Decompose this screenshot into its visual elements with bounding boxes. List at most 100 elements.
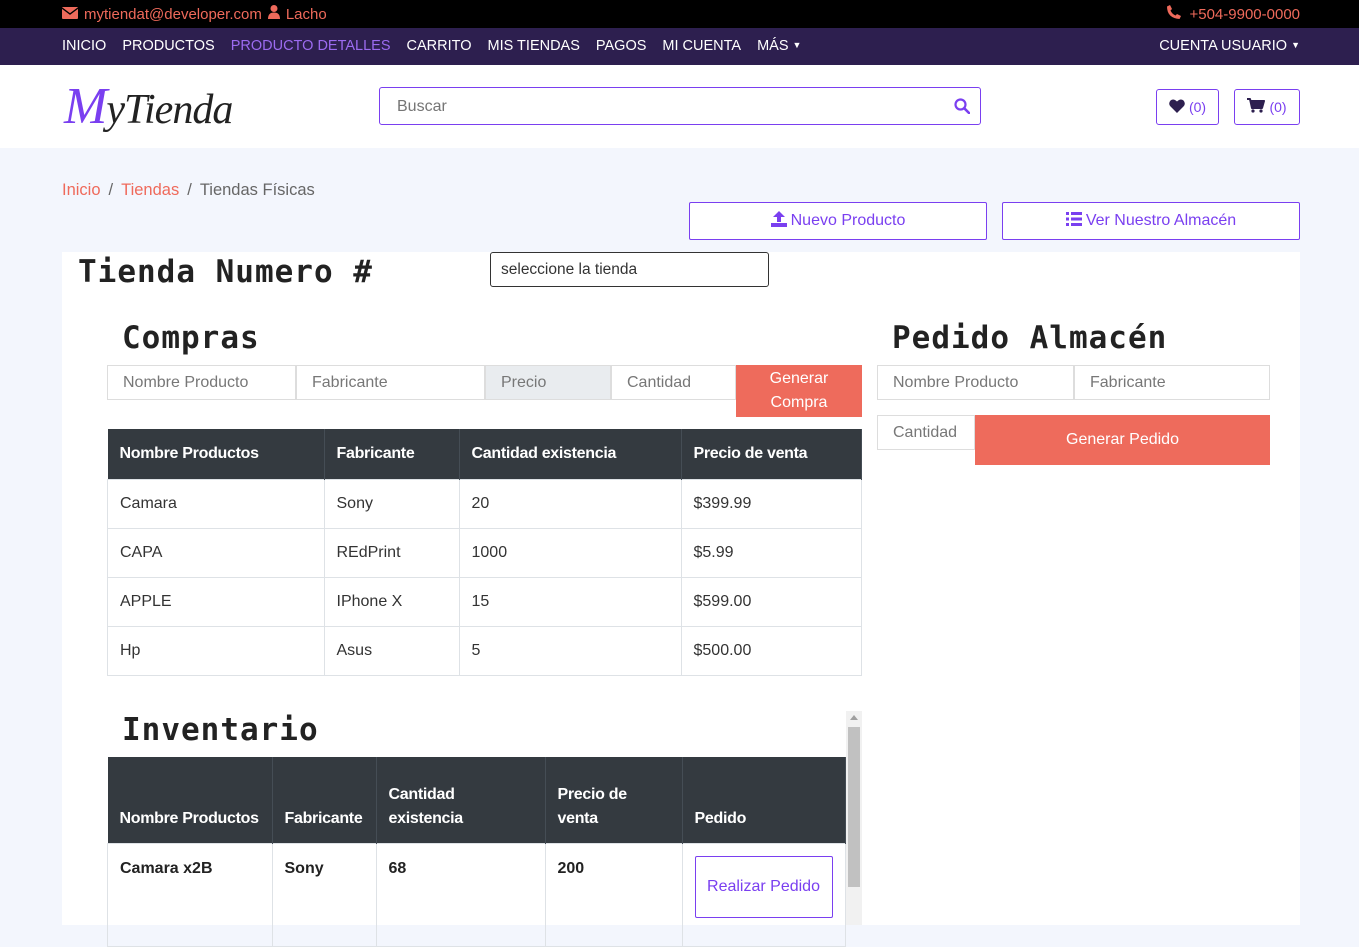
breadcrumb-current: Tiendas Físicas	[199, 181, 315, 199]
account-label: CUENTA USUARIO	[1159, 38, 1288, 54]
table-row[interactable]: APPLE IPhone X 15 $599.00	[107, 577, 862, 627]
scrollbar-thumb[interactable]	[848, 727, 860, 887]
search-box	[379, 87, 981, 125]
user-icon	[267, 5, 280, 23]
table-header-row: Nombre Productos Fabricante Cantidad exi…	[107, 429, 862, 480]
cell-maker: Asus	[323, 626, 460, 676]
store-select[interactable]: seleccione la tienda	[490, 252, 769, 287]
breadcrumb-separator: /	[187, 181, 192, 199]
place-order-button[interactable]: Realizar Pedido	[694, 856, 833, 918]
cell-qty: 1000	[458, 528, 682, 578]
logo-initial: M	[64, 78, 107, 135]
cell-product: Camara x2B	[107, 843, 273, 947]
upload-icon	[770, 210, 787, 232]
nav-mas-label: MÁS	[757, 38, 789, 54]
store-title: Tienda Numero #	[78, 254, 373, 290]
cell-price: $500.00	[680, 626, 862, 676]
pedido-product-name-input[interactable]: Nombre Producto	[877, 365, 1074, 400]
logo-text: yTienda	[106, 87, 233, 133]
table-header-row: Nombre Productos Fabricante Cantidad exi…	[107, 757, 846, 844]
table-row[interactable]: Camara Sony 20 $399.99	[107, 479, 862, 529]
column-header: Fabricante	[272, 757, 377, 844]
wishlist-count: (0)	[1188, 99, 1207, 115]
nav-productos[interactable]: PRODUCTOS	[122, 38, 214, 54]
nav-mas-dropdown[interactable]: MÁS ▼	[757, 38, 801, 54]
compras-table: Nombre Productos Fabricante Cantidad exi…	[107, 429, 862, 676]
cell-qty: 68	[375, 843, 546, 947]
new-product-button[interactable]: Nuevo Producto	[689, 202, 987, 240]
nav-pagos[interactable]: PAGOS	[596, 38, 647, 54]
column-header: Nombre Productos	[107, 757, 273, 844]
email-link[interactable]: mytiendat@developer.com	[84, 6, 262, 23]
breadcrumb-home[interactable]: Inicio	[62, 181, 101, 199]
contact-info: mytiendat@developer.com Lacho	[61, 5, 327, 23]
cart-icon	[1247, 98, 1266, 116]
heart-icon	[1169, 99, 1185, 116]
cell-product: Hp	[107, 626, 325, 676]
column-header: Precio de venta	[545, 757, 683, 844]
column-header: Precio de venta	[681, 429, 862, 480]
caret-down-icon: ▼	[1291, 40, 1300, 50]
inventario-title: Inventario	[122, 712, 319, 748]
breadcrumb-separator: /	[108, 181, 114, 199]
table-row[interactable]: CAPA REdPrint 1000 $5.99	[107, 528, 862, 578]
pedido-qty-input[interactable]: Cantidad	[877, 415, 975, 450]
list-icon	[1065, 211, 1082, 231]
column-header: Fabricante	[324, 429, 460, 480]
phone-icon	[1167, 5, 1182, 23]
column-header: Nombre Productos	[107, 429, 325, 480]
cart-button[interactable]: (0)	[1234, 89, 1300, 125]
phone-number[interactable]: +504-9900-0000	[1189, 6, 1300, 23]
cell-price: 200	[544, 843, 683, 947]
pedido-maker-input[interactable]: Fabricante	[1074, 365, 1270, 400]
top-bar: mytiendat@developer.com Lacho +504-9900-…	[0, 0, 1359, 28]
cell-price: $5.99	[680, 528, 862, 578]
compras-maker-input[interactable]: Fabricante	[296, 365, 485, 400]
cell-maker: REdPrint	[323, 528, 460, 578]
user-name[interactable]: Lacho	[286, 6, 327, 23]
cart-count: (0)	[1269, 99, 1287, 115]
cell-qty: 20	[458, 479, 682, 529]
search-icon[interactable]	[954, 98, 971, 119]
inventario-table: Nombre Productos Fabricante Cantidad exi…	[107, 757, 846, 947]
inventario-scrollbar[interactable]	[846, 711, 862, 925]
search-input[interactable]	[395, 97, 939, 117]
cell-action: Realizar Pedido	[681, 843, 846, 947]
breadcrumb: Inicio / Tiendas / Tiendas Físicas	[62, 181, 315, 200]
scroll-up-arrow-icon[interactable]	[850, 715, 858, 720]
cell-product: CAPA	[107, 528, 325, 578]
table-row[interactable]: Hp Asus 5 $500.00	[107, 626, 862, 676]
compras-price-input: Precio	[485, 365, 611, 400]
main-panel: Tienda Numero # seleccione la tienda Com…	[62, 252, 1300, 947]
nav-inicio[interactable]: INICIO	[62, 38, 106, 54]
cell-qty: 15	[458, 577, 682, 627]
cell-maker: IPhone X	[323, 577, 460, 627]
logo[interactable]: MyTienda	[64, 77, 233, 136]
cell-maker: Sony	[323, 479, 460, 529]
view-warehouse-button[interactable]: Ver Nuestro Almacén	[1002, 202, 1300, 240]
cell-product: APPLE	[107, 577, 325, 627]
compras-product-name-input[interactable]: Nombre Producto	[107, 365, 296, 400]
phone-info: +504-9900-0000	[1167, 5, 1300, 23]
nav-producto-detalles[interactable]: PRODUCTO DETALLES	[231, 38, 391, 54]
generate-order-button[interactable]: Generar Pedido	[975, 415, 1270, 465]
nav-mis-tiendas[interactable]: MIS TIENDAS	[488, 38, 580, 54]
wishlist-button[interactable]: (0)	[1156, 89, 1219, 125]
column-header: Cantidad existencia	[376, 757, 546, 844]
breadcrumb-stores[interactable]: Tiendas	[121, 181, 179, 199]
generate-purchase-button[interactable]: Generar Compra	[736, 365, 862, 417]
compras-title: Compras	[122, 320, 260, 356]
site-header: MyTienda (0) (0)	[0, 65, 1359, 148]
cell-price: $399.99	[680, 479, 862, 529]
new-product-label: Nuevo Producto	[790, 212, 906, 229]
account-dropdown[interactable]: CUENTA USUARIO ▼	[1159, 38, 1300, 54]
compras-qty-input[interactable]: Cantidad	[611, 365, 736, 400]
cell-price: $599.00	[680, 577, 862, 627]
nav-mi-cuenta[interactable]: MI CUENTA	[662, 38, 741, 54]
cell-qty: 5	[458, 626, 682, 676]
nav-carrito[interactable]: CARRITO	[407, 38, 472, 54]
caret-down-icon: ▼	[792, 40, 802, 50]
pedido-title: Pedido Almacén	[892, 320, 1168, 356]
table-row[interactable]: Camara x2B Sony 68 200 Realizar Pedido	[107, 843, 846, 947]
cell-maker: Sony	[271, 843, 377, 947]
